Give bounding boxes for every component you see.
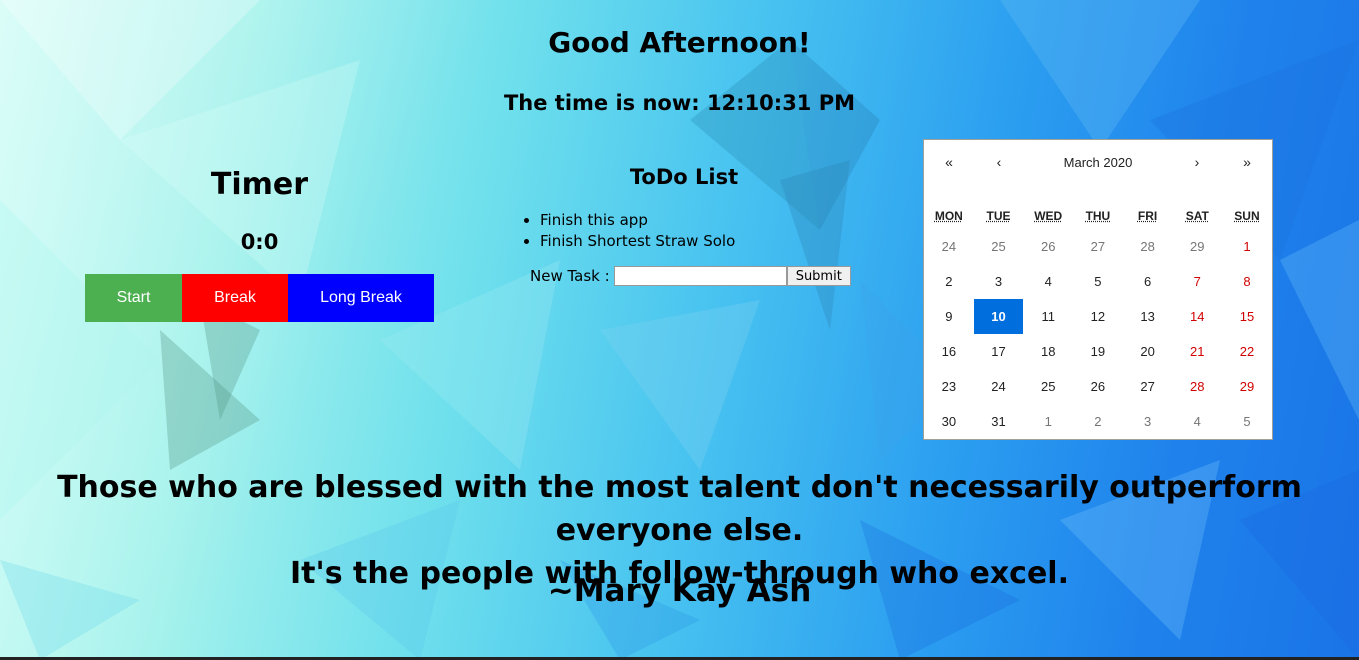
calendar-day[interactable]: 26 (1023, 229, 1073, 264)
calendar-day[interactable]: 17 (974, 334, 1024, 369)
calendar-day[interactable]: 21 (1172, 334, 1222, 369)
calendar-day[interactable]: 3 (1123, 404, 1173, 439)
next-month-button[interactable]: › (1172, 154, 1222, 170)
calendar-day[interactable]: 27 (1123, 369, 1173, 404)
weekday-label: TUE (986, 209, 1011, 223)
calendar-day[interactable]: 28 (1123, 229, 1173, 264)
new-task-label: New Task : (530, 267, 610, 285)
calendar-day[interactable]: 26 (1073, 369, 1123, 404)
calendar-day[interactable]: 28 (1172, 369, 1222, 404)
start-button[interactable]: Start (85, 274, 182, 322)
calendar-day[interactable]: 14 (1172, 299, 1222, 334)
calendar-days: 24 25 26 27 28 29 1 2 3 4 5 6 7 8 9 10 1… (924, 229, 1272, 439)
calendar-month-label[interactable]: March 2020 (1024, 155, 1172, 170)
weekday-label: SAT (1185, 209, 1209, 223)
calendar-day[interactable]: 31 (974, 404, 1024, 439)
calendar-day[interactable]: 25 (974, 229, 1024, 264)
calendar-day[interactable]: 6 (1123, 264, 1173, 299)
weekday-label: FRI (1137, 209, 1158, 223)
weekday-label: MON (934, 209, 963, 223)
timer-panel: Timer 0:0 Start Break Long Break (85, 165, 434, 322)
current-time: The time is now: 12:10:31 PM (503, 91, 856, 115)
calendar-day[interactable]: 8 (1222, 264, 1272, 299)
timer-value: 0:0 (240, 230, 279, 254)
submit-button[interactable]: Submit (786, 266, 851, 286)
calendar-navigation: « ‹ March 2020 › » (924, 140, 1272, 184)
quote-author: ~Mary Kay Ash (547, 573, 812, 609)
todo-item: Finish this app (540, 210, 855, 231)
new-task-input[interactable] (613, 266, 787, 286)
calendar-day[interactable]: 2 (1073, 404, 1123, 439)
calendar-day[interactable]: 25 (1023, 369, 1073, 404)
calendar-day[interactable]: 13 (1123, 299, 1173, 334)
calendar-day[interactable]: 2 (924, 264, 974, 299)
todo-panel: ToDo List Finish this app Finish Shortes… (515, 162, 855, 286)
calendar-day[interactable]: 3 (974, 264, 1024, 299)
calendar-day[interactable]: 23 (924, 369, 974, 404)
weekday-label: WED (1034, 209, 1063, 223)
calendar-day[interactable]: 1 (1222, 229, 1272, 264)
break-button[interactable]: Break (182, 274, 288, 322)
calendar-day[interactable]: 15 (1222, 299, 1272, 334)
calendar-weekdays: MON TUE WED THU FRI SAT SUN (924, 203, 1272, 229)
calendar-day[interactable]: 18 (1023, 334, 1073, 369)
new-task-form: New Task : Submit (515, 266, 855, 286)
calendar-day[interactable]: 20 (1123, 334, 1173, 369)
calendar-day[interactable]: 16 (924, 334, 974, 369)
prev-month-button[interactable]: ‹ (974, 154, 1024, 170)
calendar-day[interactable]: 19 (1073, 334, 1123, 369)
timer-buttons: Start Break Long Break (85, 274, 434, 322)
calendar-day[interactable]: 9 (924, 299, 974, 334)
calendar-day[interactable]: 29 (1172, 229, 1222, 264)
todo-item: Finish Shortest Straw Solo (540, 231, 855, 252)
calendar-day[interactable]: 30 (924, 404, 974, 439)
next-year-button[interactable]: » (1222, 154, 1272, 170)
calendar-day[interactable]: 4 (1172, 404, 1222, 439)
weekday-label: THU (1085, 209, 1111, 223)
calendar-day[interactable]: 11 (1023, 299, 1073, 334)
calendar-day[interactable]: 5 (1222, 404, 1272, 439)
timer-title: Timer (210, 167, 309, 202)
todo-list: Finish this app Finish Shortest Straw So… (515, 210, 855, 252)
calendar-day[interactable]: 1 (1023, 404, 1073, 439)
calendar-day[interactable]: 27 (1073, 229, 1123, 264)
greeting-heading: Good Afternoon! (548, 26, 811, 59)
calendar-day[interactable]: 24 (924, 229, 974, 264)
calendar-day[interactable]: 7 (1172, 264, 1222, 299)
calendar-day[interactable]: 29 (1222, 369, 1272, 404)
todo-title: ToDo List (629, 165, 739, 189)
calendar-day[interactable]: 12 (1073, 299, 1123, 334)
calendar: « ‹ March 2020 › » MON TUE WED THU FRI S… (923, 139, 1273, 440)
prev-year-button[interactable]: « (924, 154, 974, 170)
calendar-day[interactable]: 5 (1073, 264, 1123, 299)
long-break-button[interactable]: Long Break (288, 274, 434, 322)
quote-line: Those who are blessed with the most tale… (57, 470, 1302, 548)
calendar-day-selected[interactable]: 10 (973, 299, 1024, 334)
weekday-label: SUN (1234, 209, 1260, 223)
calendar-day[interactable]: 4 (1023, 264, 1073, 299)
calendar-day[interactable]: 22 (1222, 334, 1272, 369)
calendar-day[interactable]: 24 (974, 369, 1024, 404)
